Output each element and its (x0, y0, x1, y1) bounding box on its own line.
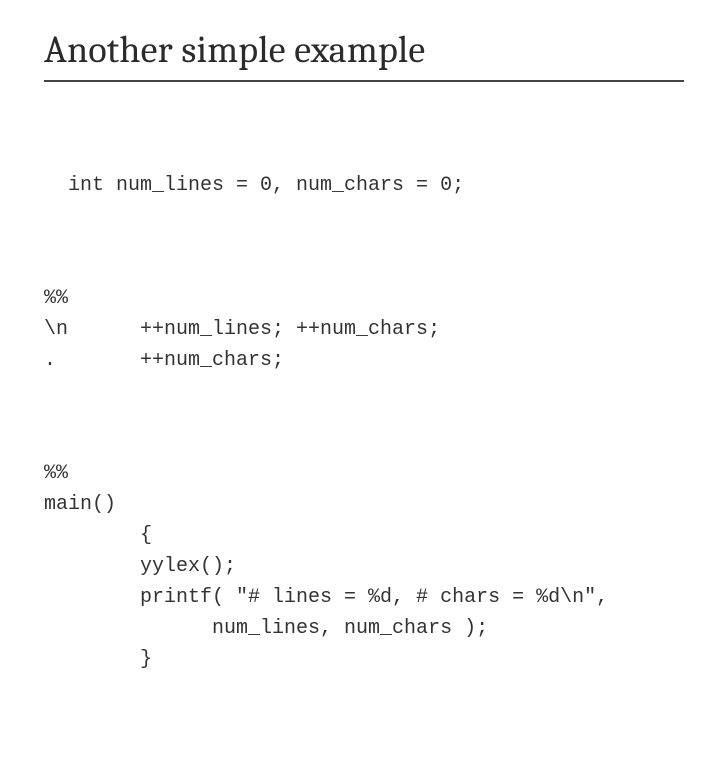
slide-title: Another simple example (44, 28, 684, 72)
code-line: num_lines, num_chars ); (44, 617, 488, 640)
code-section-rules: %% \n ++num_lines; ++num_chars; . ++num_… (44, 283, 684, 376)
title-underline (44, 80, 684, 82)
code-line: { (44, 524, 152, 547)
code-line: int num_lines = 0, num_chars = 0; (44, 174, 464, 197)
code-line: printf( "# lines = %d, # chars = %d\n", (44, 586, 608, 609)
code-line: yylex(); (44, 555, 236, 578)
code-section-decl: int num_lines = 0, num_chars = 0; (44, 170, 684, 201)
slide: Another simple example int num_lines = 0… (0, 0, 720, 540)
code-section-main: %% main() { yylex(); printf( "# lines = … (44, 458, 684, 675)
code-block: int num_lines = 0, num_chars = 0; %% \n … (44, 108, 684, 757)
code-line: \n ++num_lines; ++num_chars; (44, 318, 440, 341)
code-line: %% (44, 462, 68, 485)
code-line: %% (44, 287, 68, 310)
code-line: } (44, 648, 152, 671)
code-line: main() (44, 493, 116, 516)
code-line: . ++num_chars; (44, 349, 284, 372)
